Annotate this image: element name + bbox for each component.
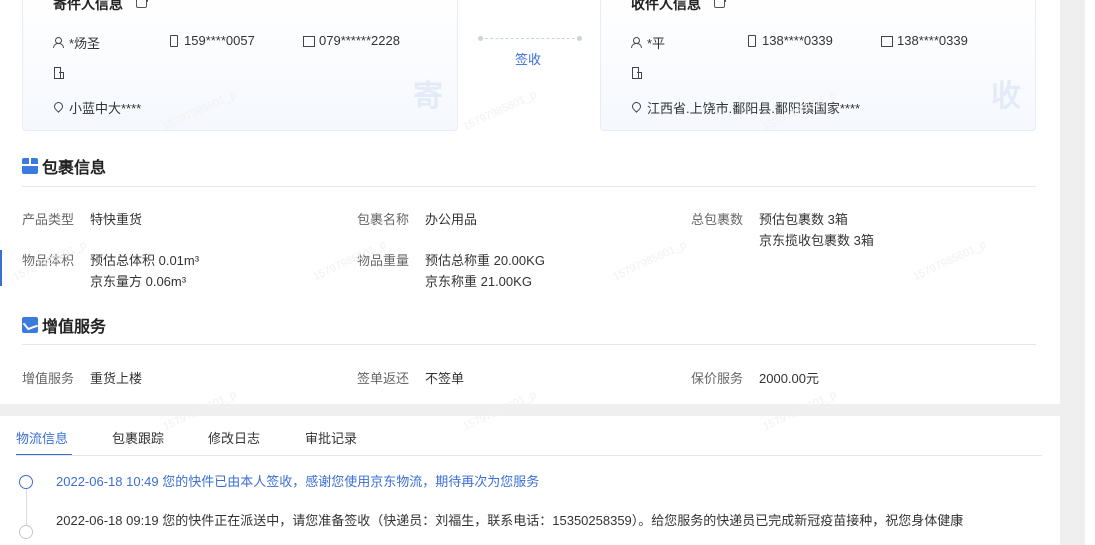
service-section-title: 增值服务 — [22, 313, 106, 337]
mobile-icon — [168, 35, 178, 47]
sender-badge: 寄 — [413, 80, 443, 113]
insurance-value: 2000.00元 — [759, 371, 819, 386]
sender-card: 寄件人信息 *炀圣 159****0057 079******2228 小蓝中大… — [22, 0, 458, 131]
route-line — [480, 38, 580, 39]
sender-address: 小蓝中大**** — [69, 101, 142, 116]
tab-change-log[interactable]: 修改日志 — [208, 428, 260, 447]
package-icon — [22, 158, 38, 174]
receiver-address: 江西省.上饶市.鄱阳县.鄱阳镇国家**** — [647, 101, 861, 116]
value-added-field: 增值服务 重货上楼 — [22, 368, 142, 387]
weight-jd: 京东称重 21.00KG — [425, 274, 532, 289]
timeline-entry: 2022-06-18 10:49 您的快件已由本人签收，感谢您使用京东物流，期待… — [56, 474, 540, 489]
value-added-label: 增值服务 — [22, 371, 75, 386]
sender-phone: 079******2228 — [319, 33, 400, 48]
package-divider — [22, 186, 1036, 187]
weight-estimated: 预估总称重 20.00KG — [425, 253, 545, 268]
receiver-phone-row: 138****0339 — [881, 33, 968, 48]
sign-return-label: 签单返还 — [357, 371, 410, 386]
left-edge-indicator — [0, 250, 2, 286]
product-type-value: 特快重货 — [90, 212, 143, 227]
total-packages-field: 总包裹数 预估包裹数 3箱 京东揽收包裹数 3箱 — [691, 209, 874, 248]
delivery-status-link[interactable]: 签收 — [515, 49, 541, 68]
sender-name-row: *炀圣 — [53, 33, 100, 52]
volume-estimated: 预估总体积 0.01m³ — [90, 253, 200, 268]
user-icon — [53, 37, 64, 48]
mobile-icon — [746, 35, 756, 47]
value-added-value: 重货上楼 — [90, 371, 143, 386]
sign-return-field: 签单返还 不签单 — [357, 368, 464, 387]
section-separator — [0, 404, 1060, 416]
trend-icon — [22, 317, 38, 333]
timeline-dot-active — [19, 475, 33, 489]
building-icon — [53, 67, 64, 79]
weight-field: 物品重量 预估总称重 20.00KG 京东称重 21.00KG — [357, 250, 545, 289]
sender-address-row: 小蓝中大**** — [53, 98, 141, 117]
route-start-dot — [478, 36, 483, 41]
telephone-icon — [303, 35, 315, 47]
volume-jd: 京东量方 0.06m³ — [90, 274, 187, 289]
watermark: 15797985601_p — [911, 238, 989, 284]
receiver-title: 收件人信息 — [631, 0, 701, 12]
tab-package-tracking[interactable]: 包裹跟踪 — [112, 428, 164, 447]
tab-approval-records[interactable]: 审批记录 — [305, 428, 357, 447]
weight-label: 物品重量 — [357, 253, 410, 268]
service-section-title-text: 增值服务 — [42, 319, 107, 336]
sign-return-value: 不签单 — [425, 371, 465, 386]
insurance-field: 保价服务 2000.00元 — [691, 368, 819, 387]
copy-icon[interactable] — [714, 0, 726, 8]
receiver-name-row: *平 — [631, 33, 665, 52]
copy-icon[interactable] — [136, 0, 148, 8]
telephone-icon — [881, 35, 893, 47]
package-name-field: 包裹名称 办公用品 — [357, 209, 477, 228]
package-section-title: 包裹信息 — [22, 154, 106, 178]
volume-label: 物品体积 — [22, 253, 75, 268]
receiver-company-row — [631, 67, 647, 79]
timeline-dot — [19, 525, 33, 539]
user-icon — [631, 37, 642, 48]
service-divider — [22, 344, 1036, 345]
sender-title: 寄件人信息 — [53, 0, 123, 12]
total-packages-collected: 京东揽收包裹数 3箱 — [759, 233, 874, 248]
receiver-mobile: 138****0339 — [762, 33, 833, 48]
total-packages-label: 总包裹数 — [691, 212, 744, 227]
timeline-entry: 2022-06-18 09:19 您的快件正在派送中，请您准备签收（快递员：刘福… — [56, 513, 964, 528]
receiver-address-row: 江西省.上饶市.鄱阳县.鄱阳镇国家**** — [631, 98, 860, 117]
sender-phone-row: 079******2228 — [303, 33, 400, 48]
watermark: 15797985601_p — [461, 88, 539, 134]
receiver-badge: 收 — [991, 80, 1021, 113]
building-icon — [631, 67, 642, 79]
receiver-mobile-row: 138****0339 — [746, 33, 833, 48]
product-type-label: 产品类型 — [22, 212, 75, 227]
sender-mobile: 159****0057 — [184, 33, 255, 48]
package-name-label: 包裹名称 — [357, 212, 410, 227]
sender-mobile-row: 159****0057 — [168, 33, 255, 48]
page-scrollbar-track[interactable] — [1060, 0, 1085, 545]
timeline-line — [26, 488, 27, 528]
location-icon — [631, 102, 641, 113]
receiver-card: 收件人信息 *平 138****0339 138****0339 江西省.上饶市… — [600, 0, 1036, 131]
sender-company-row — [53, 67, 69, 79]
package-section-title-text: 包裹信息 — [42, 160, 107, 177]
product-type-field: 产品类型 特快重货 — [22, 209, 142, 228]
receiver-name: *平 — [647, 36, 666, 51]
watermark: 15797985601_p — [611, 238, 689, 284]
detail-tabs: 物流信息 包裹跟踪 修改日志 审批记录 — [0, 416, 1060, 456]
sender-name: *炀圣 — [69, 36, 101, 51]
tab-logistics[interactable]: 物流信息 — [16, 428, 68, 447]
receiver-phone: 138****0339 — [897, 33, 968, 48]
package-name-value: 办公用品 — [425, 212, 478, 227]
insurance-label: 保价服务 — [691, 371, 744, 386]
total-packages-estimated: 预估包裹数 3箱 — [759, 212, 848, 227]
location-icon — [53, 102, 63, 113]
route-end-dot — [577, 36, 582, 41]
tabs-divider — [16, 455, 1042, 456]
volume-field: 物品体积 预估总体积 0.01m³ 京东量方 0.06m³ — [22, 250, 199, 289]
